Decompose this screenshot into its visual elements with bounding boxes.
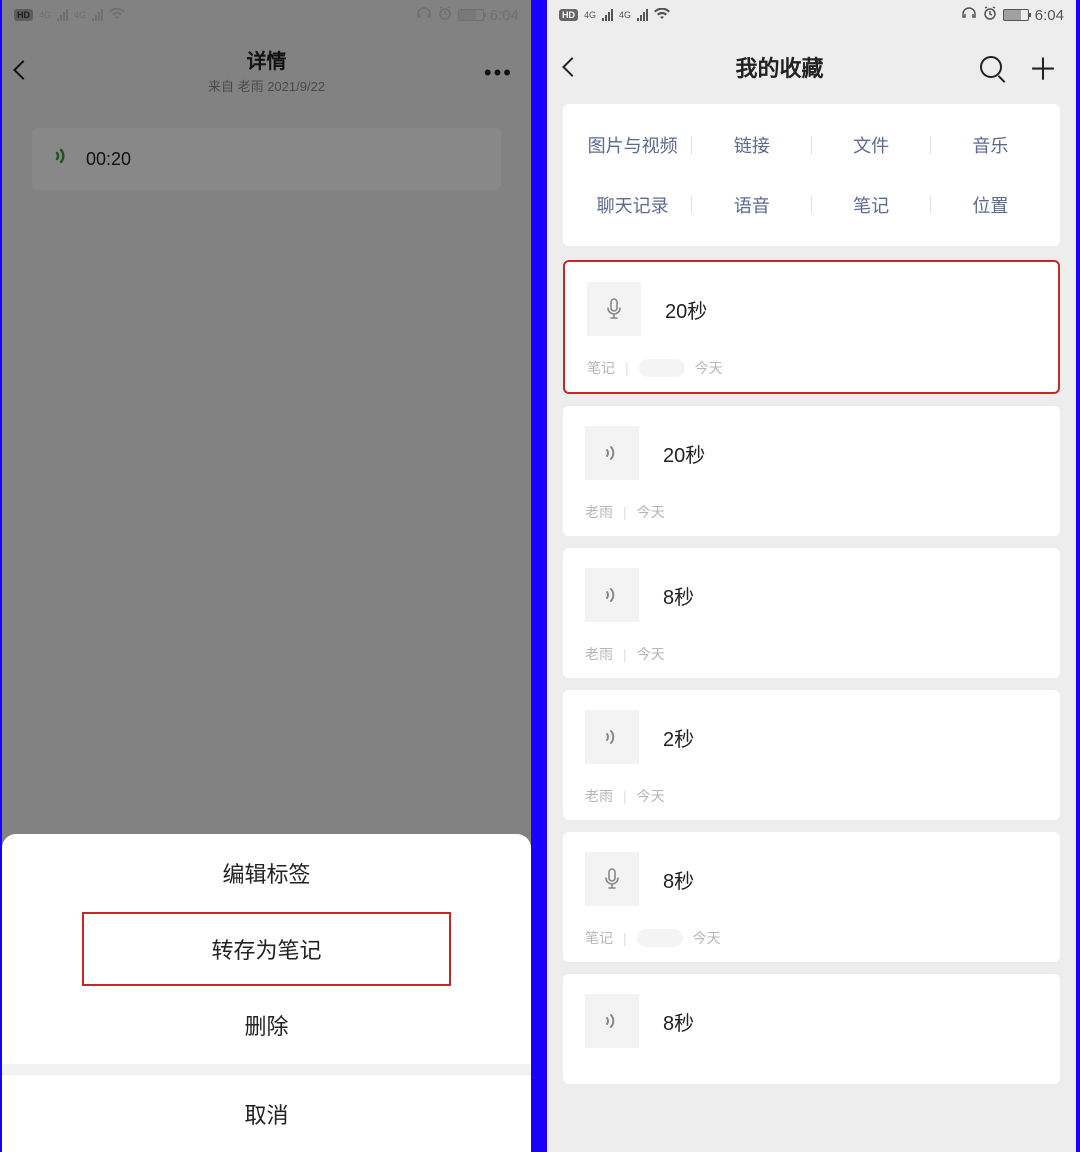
status-bar: HD 4G 4G 6:04 [547,0,1076,30]
redacted-text [639,359,685,377]
category-笔记[interactable]: 笔记 [812,192,931,218]
right-screenshot: HD 4G 4G 6:04 我的收藏 ＋ 图片与视频链 [547,0,1076,1152]
fav-meta: 笔记|今天 [587,358,1036,378]
fav-meta-source: 老雨 [585,644,613,664]
redacted-text [637,929,683,947]
fav-duration-label: 8秒 [663,581,694,610]
favorite-item[interactable]: 8秒 [563,974,1060,1084]
favorite-item[interactable]: 20秒老雨|今天 [563,406,1060,536]
signal-icon [602,9,613,21]
battery-icon [1003,9,1029,21]
headset-icon [961,6,977,24]
fav-meta-source: 老雨 [585,502,613,522]
mic-icon [587,282,641,336]
favorite-item[interactable]: 8秒笔记|今天 [563,832,1060,962]
signal-icon [637,9,648,21]
favorite-item[interactable]: 8秒老雨|今天 [563,548,1060,678]
fav-meta: 笔记|今天 [585,928,1038,948]
category-图片与视频[interactable]: 图片与视频 [573,132,692,158]
fav-meta: 老雨|今天 [585,786,1038,806]
category-filter-card: 图片与视频链接文件音乐 聊天记录语音笔记位置 [563,104,1060,246]
category-文件[interactable]: 文件 [812,132,931,158]
status-time: 6:04 [1035,7,1064,24]
category-位置[interactable]: 位置 [931,192,1050,218]
sheet-edit-tag[interactable]: 编辑标签 [2,834,531,912]
hd-badge-icon: HD [559,9,578,21]
fav-duration-label: 8秒 [663,1007,694,1036]
fav-meta-date: 今天 [637,502,665,522]
alarm-icon [983,6,997,24]
left-screenshot: HD 4G 4G 6:04 详情 来自 老雨 2021/9/22 ••• [2,0,531,1152]
fav-meta-date: 今天 [695,358,723,378]
category-聊天记录[interactable]: 聊天记录 [573,192,692,218]
add-icon[interactable]: ＋ [1028,45,1058,89]
favorite-item[interactable]: 2秒老雨|今天 [563,690,1060,820]
favorites-header: 我的收藏 ＋ [547,30,1076,104]
sound-wave-icon [585,568,639,622]
category-语音[interactable]: 语音 [692,192,811,218]
category-音乐[interactable]: 音乐 [931,132,1050,158]
fav-meta: 老雨|今天 [585,644,1038,664]
fav-meta: 老雨|今天 [585,502,1038,522]
wifi-icon [654,7,670,24]
action-sheet: 编辑标签 转存为笔记 删除 取消 [2,834,531,1152]
fav-meta-date: 今天 [693,928,721,948]
fav-meta-date: 今天 [637,644,665,664]
fav-meta-source: 笔记 [585,928,613,948]
fav-duration-label: 2秒 [663,723,694,752]
search-icon[interactable] [980,56,1002,78]
fav-meta-date: 今天 [637,786,665,806]
sound-wave-icon [585,994,639,1048]
page-title: 我的收藏 [579,51,980,83]
favorites-list[interactable]: 20秒笔记|今天20秒老雨|今天8秒老雨|今天2秒老雨|今天8秒笔记|今天8秒 [547,260,1076,1084]
category-链接[interactable]: 链接 [692,132,811,158]
fav-meta-source: 笔记 [587,358,615,378]
sheet-save-as-note[interactable]: 转存为笔记 [82,912,451,986]
fav-meta-source: 老雨 [585,786,613,806]
fav-duration-label: 8秒 [663,865,694,894]
fav-duration-label: 20秒 [665,295,707,324]
mic-icon [585,852,639,906]
sheet-cancel[interactable]: 取消 [2,1074,531,1152]
sheet-delete[interactable]: 删除 [2,986,531,1064]
fav-duration-label: 20秒 [663,439,705,468]
sound-wave-icon [585,710,639,764]
favorite-item[interactable]: 20秒笔记|今天 [563,260,1060,394]
sound-wave-icon [585,426,639,480]
